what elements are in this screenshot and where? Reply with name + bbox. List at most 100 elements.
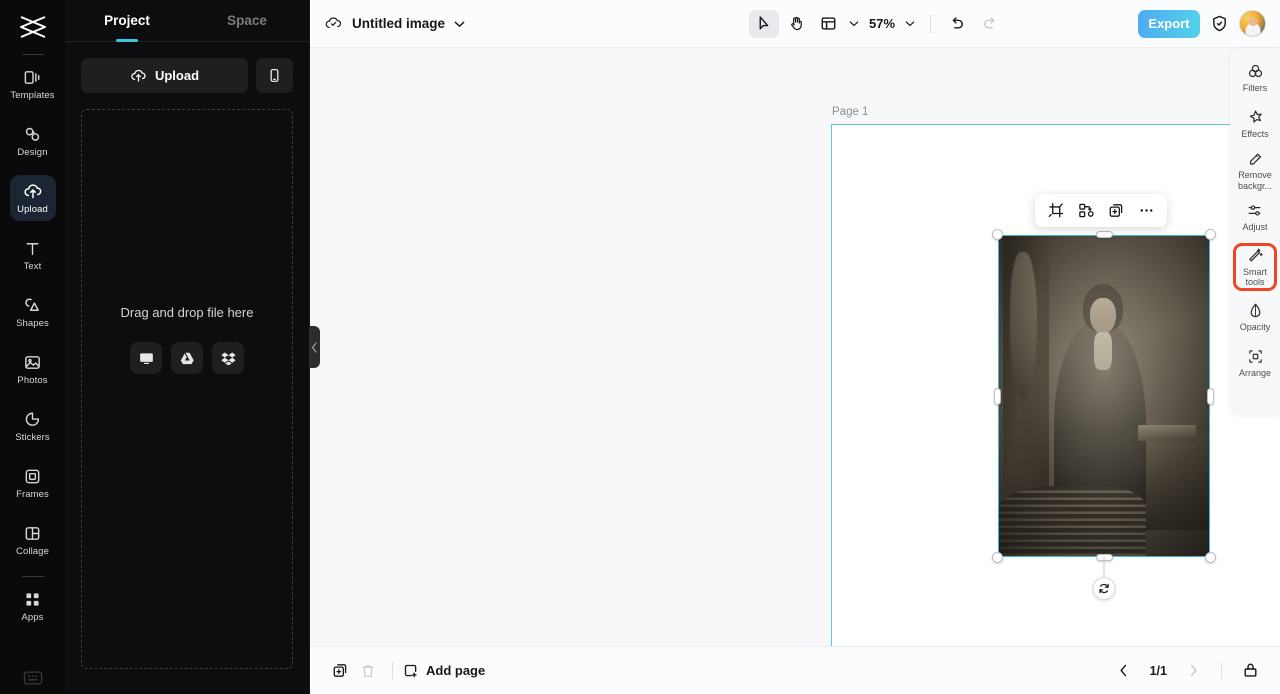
rail-divider-2 [21,576,44,577]
ellipsis-icon [1138,202,1155,219]
user-avatar[interactable] [1239,10,1266,37]
export-button[interactable]: Export [1138,9,1200,38]
next-page-button[interactable] [1179,657,1207,685]
duplicate-icon [1108,202,1125,219]
sidebar-item-frames[interactable]: Frames [10,460,56,506]
replace-media-button[interactable] [1073,198,1099,224]
chevron-down-icon [454,20,465,28]
right-tools-rail: Filters Effects Remove backgr... Adjust … [1230,48,1280,416]
resize-handle-top[interactable] [1095,231,1113,238]
upload-cloud-icon [23,182,43,201]
top-toolbar: Untitled image 57% Export [310,0,1280,48]
right-tool-smart-tools[interactable]: Smart tools [1233,243,1277,291]
right-tool-remove-background[interactable]: Remove backgr... [1233,150,1277,191]
mobile-phone-icon [267,68,282,83]
sidebar-item-stickers[interactable]: Stickers [10,403,56,449]
zoom-chevron-down-icon[interactable] [901,20,919,27]
trash-icon [360,663,376,679]
sidebar-item-upload[interactable]: Upload [9,175,56,221]
sidebar-item-text[interactable]: Text [10,232,56,278]
zoom-level[interactable]: 57% [865,16,899,31]
redo-button[interactable] [974,10,1004,38]
shapes-icon [23,296,42,315]
tab-project[interactable]: Project [67,0,187,41]
chevron-left-icon [1119,664,1128,677]
toolbar-separator [930,14,932,33]
canvas[interactable]: Page 1 [310,48,1280,646]
add-page-button[interactable]: Add page [403,663,485,679]
capcut-logo-icon[interactable] [13,10,53,44]
resize-handle-right[interactable] [1207,387,1214,405]
right-tool-arrange[interactable]: Arrange [1233,343,1277,383]
sidebar-label: Shapes [16,317,49,329]
upload-button[interactable]: Upload [81,58,248,93]
dropzone[interactable]: Drag and drop file here [81,109,293,669]
pages-panel-button[interactable] [1236,657,1264,685]
resize-handle-left[interactable] [994,387,1001,405]
google-drive-icon [179,350,196,367]
sidebar-item-photos[interactable]: Photos [10,346,56,392]
prev-page-button[interactable] [1110,657,1138,685]
right-tool-label: Filters [1242,82,1268,93]
sidebar-item-shapes[interactable]: Shapes [10,289,56,335]
resize-handle-bottom-left[interactable] [992,552,1003,563]
undo-button[interactable] [942,10,972,38]
replace-media-icon [1078,202,1095,219]
adjust-sliders-icon [1247,202,1264,220]
resize-handle-bottom-right[interactable] [1205,552,1216,563]
page-title: Untitled image [352,16,446,31]
right-tool-label: Opacity [1239,321,1271,332]
smart-tools-wand-icon [1247,247,1264,265]
chevron-right-icon [1189,664,1198,677]
pages-panel-icon [1242,662,1259,679]
right-tool-adjust[interactable]: Adjust [1233,197,1277,237]
old-photo-image[interactable] [998,235,1210,557]
right-tool-effects[interactable]: Effects [1233,104,1277,144]
selected-image-object[interactable] [992,229,1216,600]
right-tool-opacity[interactable]: Opacity [1233,297,1277,337]
export-button-label: Export [1148,16,1190,31]
panel-collapse-handle[interactable] [309,326,320,368]
templates-icon [23,68,42,87]
select-tool-button[interactable] [749,9,779,38]
rotate-handle-icon[interactable] [1092,577,1116,600]
hand-icon [788,15,805,32]
resize-handle-top-left[interactable] [992,229,1003,240]
hand-tool-button[interactable] [781,10,811,38]
shield-check-icon[interactable] [1210,14,1229,33]
layout-chevron-down-icon[interactable] [845,20,863,27]
duplicate-button[interactable] [1103,198,1129,224]
right-tool-filters[interactable]: Filters [1233,58,1277,98]
layout-tool-button[interactable] [813,10,843,38]
upload-from-mobile-button[interactable] [256,58,293,93]
page-label: Page 1 [832,106,869,118]
crop-button[interactable] [1043,198,1069,224]
page-navigation: 1/1 [1110,657,1264,685]
sidebar-item-collage[interactable]: Collage [10,517,56,563]
right-tool-label: Smart tools [1242,266,1267,288]
dropbox-icon [220,350,237,367]
more-options-button[interactable] [1133,198,1159,224]
upload-source-dropbox[interactable] [212,342,244,374]
panel-tabs: Project Space [65,0,309,42]
document-title-button[interactable]: Untitled image [324,14,465,33]
sidebar-label: Apps [21,611,44,623]
upload-source-this-device[interactable] [130,342,162,374]
upload-panel: Project Space Upload Drag and drop file … [65,0,320,694]
stickers-icon [23,410,42,429]
sidebar-item-apps[interactable]: Apps [10,583,56,629]
keyboard-shortcuts-icon[interactable] [23,670,43,686]
upload-cloud-icon [130,67,147,84]
delete-page-button[interactable] [354,657,382,685]
rotate-connector [1103,557,1105,579]
sidebar-item-templates[interactable]: Templates [10,61,56,107]
effects-star-icon [1247,109,1264,127]
sidebar-item-design[interactable]: Design [10,118,56,164]
undo-arrow-icon [949,15,966,32]
tab-space[interactable]: Space [187,0,307,41]
resize-handle-top-right[interactable] [1205,229,1216,240]
toolbar-center-tools: 57% [749,9,1004,38]
upload-source-google-drive[interactable] [171,342,203,374]
duplicate-page-button[interactable] [326,657,354,685]
remove-background-icon [1247,150,1264,168]
